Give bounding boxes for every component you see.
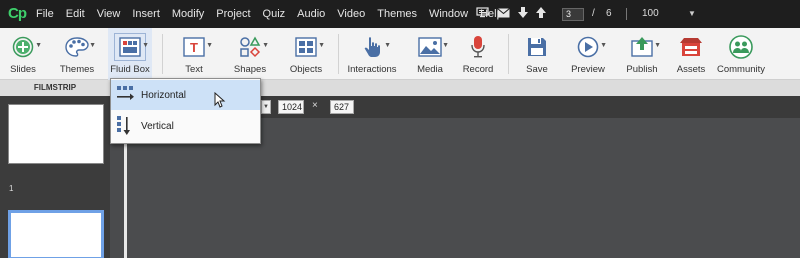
filmstrip-panel: FILMSTRIP 1: [0, 80, 110, 258]
shapes-label: Shapes: [233, 64, 267, 75]
menu-window[interactable]: Window: [429, 8, 468, 20]
filmstrip-header: FILMSTRIP: [0, 80, 110, 96]
menu-edit[interactable]: Edit: [66, 8, 85, 20]
fluid-box-label: Fluid Box: [110, 64, 150, 75]
objects-label: Objects: [289, 64, 323, 75]
fluid-box-icon: ▼: [114, 33, 149, 61]
svg-text:T: T: [190, 40, 198, 55]
width-field[interactable]: 1024: [278, 100, 304, 114]
community-button[interactable]: Community: [716, 28, 766, 80]
zoom-caret-icon[interactable]: ▼: [688, 9, 696, 18]
height-field[interactable]: 627: [330, 100, 354, 114]
mail-icon[interactable]: [497, 7, 510, 21]
community-icon: [726, 34, 756, 60]
menu-list: File Edit View Insert Modify Project Qui…: [36, 0, 515, 28]
menu-file[interactable]: File: [36, 8, 54, 20]
menu-audio[interactable]: Audio: [297, 8, 325, 20]
chevron-down-icon: ▼: [442, 42, 449, 49]
menu-item-label: Vertical: [141, 120, 174, 132]
image-icon: ▼: [415, 34, 449, 60]
chevron-down-icon: ▼: [600, 42, 607, 49]
publish-button[interactable]: ▼ Publish: [622, 28, 662, 80]
chevron-down-icon: ▼: [206, 42, 213, 49]
microphone-icon: [463, 34, 493, 60]
chevron-down-icon: ▼: [142, 42, 149, 49]
assets-label: Assets: [676, 64, 706, 75]
save-label: Save: [526, 64, 548, 75]
menubar-divider: [626, 8, 627, 20]
chevron-down-icon: ▼: [384, 42, 391, 49]
menu-video[interactable]: Video: [337, 8, 365, 20]
monitor-icon[interactable]: [476, 7, 489, 21]
horizontal-layout-icon: [117, 85, 135, 103]
slide-number: 1: [9, 184, 14, 193]
toolbar-divider: [162, 34, 163, 74]
slides-label: Slides: [10, 64, 36, 75]
play-icon: ▼: [573, 34, 607, 60]
menubar-icons: [476, 0, 546, 28]
record-label: Record: [462, 64, 494, 75]
fluid-box-menu: Horizontal Vertical: [110, 78, 261, 144]
preview-button[interactable]: ▼ Preview: [568, 28, 608, 80]
media-button[interactable]: ▼ Media: [412, 28, 449, 80]
shapes-button[interactable]: ▼ Shapes: [230, 28, 270, 80]
slide-thumbnail-selected[interactable]: [8, 210, 104, 258]
total-pages: 6: [606, 8, 612, 19]
publish-label: Publish: [626, 64, 658, 75]
menu-item-vertical[interactable]: Vertical: [111, 111, 260, 141]
palette-icon: ▼: [62, 34, 96, 60]
current-page-input[interactable]: 3: [562, 8, 584, 21]
mouse-cursor-icon: [214, 91, 226, 111]
menu-insert[interactable]: Insert: [132, 8, 160, 20]
publish-icon: ▼: [627, 34, 661, 60]
menu-bar: Cp File Edit View Insert Modify Project …: [0, 0, 800, 28]
chevron-down-icon[interactable]: ▼: [261, 100, 271, 114]
arrow-down-icon[interactable]: [518, 7, 528, 21]
menu-quiz[interactable]: Quiz: [263, 8, 286, 20]
chevron-down-icon: ▼: [262, 42, 269, 49]
menu-item-label: Horizontal: [141, 89, 187, 101]
interactions-label: Interactions: [347, 64, 397, 75]
dimension-separator: ×: [312, 100, 318, 111]
page-separator: /: [592, 8, 595, 19]
objects-icon: ▼: [291, 34, 325, 60]
main-toolbar: ▼ Slides ▼ Themes ▼ Fluid Box T ▼ Text ▼…: [0, 28, 800, 80]
chevron-down-icon: ▼: [89, 42, 96, 49]
objects-button[interactable]: ▼ Objects: [286, 28, 326, 80]
text-button[interactable]: T ▼ Text: [176, 28, 213, 80]
toolbar-divider: [338, 34, 339, 74]
hand-pointer-icon: ▼: [357, 34, 391, 60]
chevron-down-icon: ▼: [654, 42, 661, 49]
toolbar-divider: [508, 34, 509, 74]
save-button[interactable]: Save: [520, 28, 554, 80]
menu-modify[interactable]: Modify: [172, 8, 204, 20]
arrow-up-icon[interactable]: [536, 7, 546, 21]
community-label: Community: [716, 64, 766, 75]
floppy-icon: [522, 34, 552, 60]
app-logo: Cp: [8, 5, 27, 22]
record-button[interactable]: Record: [460, 28, 496, 80]
chevron-down-icon: ▼: [35, 42, 42, 49]
media-label: Media: [417, 64, 443, 75]
slides-button[interactable]: ▼ Slides: [4, 28, 42, 80]
assets-button[interactable]: Assets: [674, 28, 708, 80]
fluid-box-button[interactable]: ▼ Fluid Box: [108, 28, 152, 80]
themes-label: Themes: [59, 64, 95, 75]
themes-button[interactable]: ▼ Themes: [54, 28, 100, 80]
add-circle-icon: ▼: [8, 34, 42, 60]
menu-view[interactable]: View: [97, 8, 121, 20]
interactions-button[interactable]: ▼ Interactions: [346, 28, 398, 80]
text-icon: T ▼: [179, 34, 213, 60]
vertical-layout-icon: [117, 116, 135, 135]
zoom-level[interactable]: 100: [642, 8, 659, 19]
slide-thumbnail[interactable]: [8, 104, 104, 164]
menu-themes[interactable]: Themes: [377, 8, 417, 20]
menu-project[interactable]: Project: [216, 8, 250, 20]
assets-icon: [676, 34, 706, 60]
chevron-down-icon: ▼: [318, 42, 325, 49]
preview-label: Preview: [571, 64, 605, 75]
shapes-icon: ▼: [235, 34, 269, 60]
menu-item-horizontal[interactable]: Horizontal: [111, 80, 260, 110]
text-label: Text: [185, 64, 203, 75]
